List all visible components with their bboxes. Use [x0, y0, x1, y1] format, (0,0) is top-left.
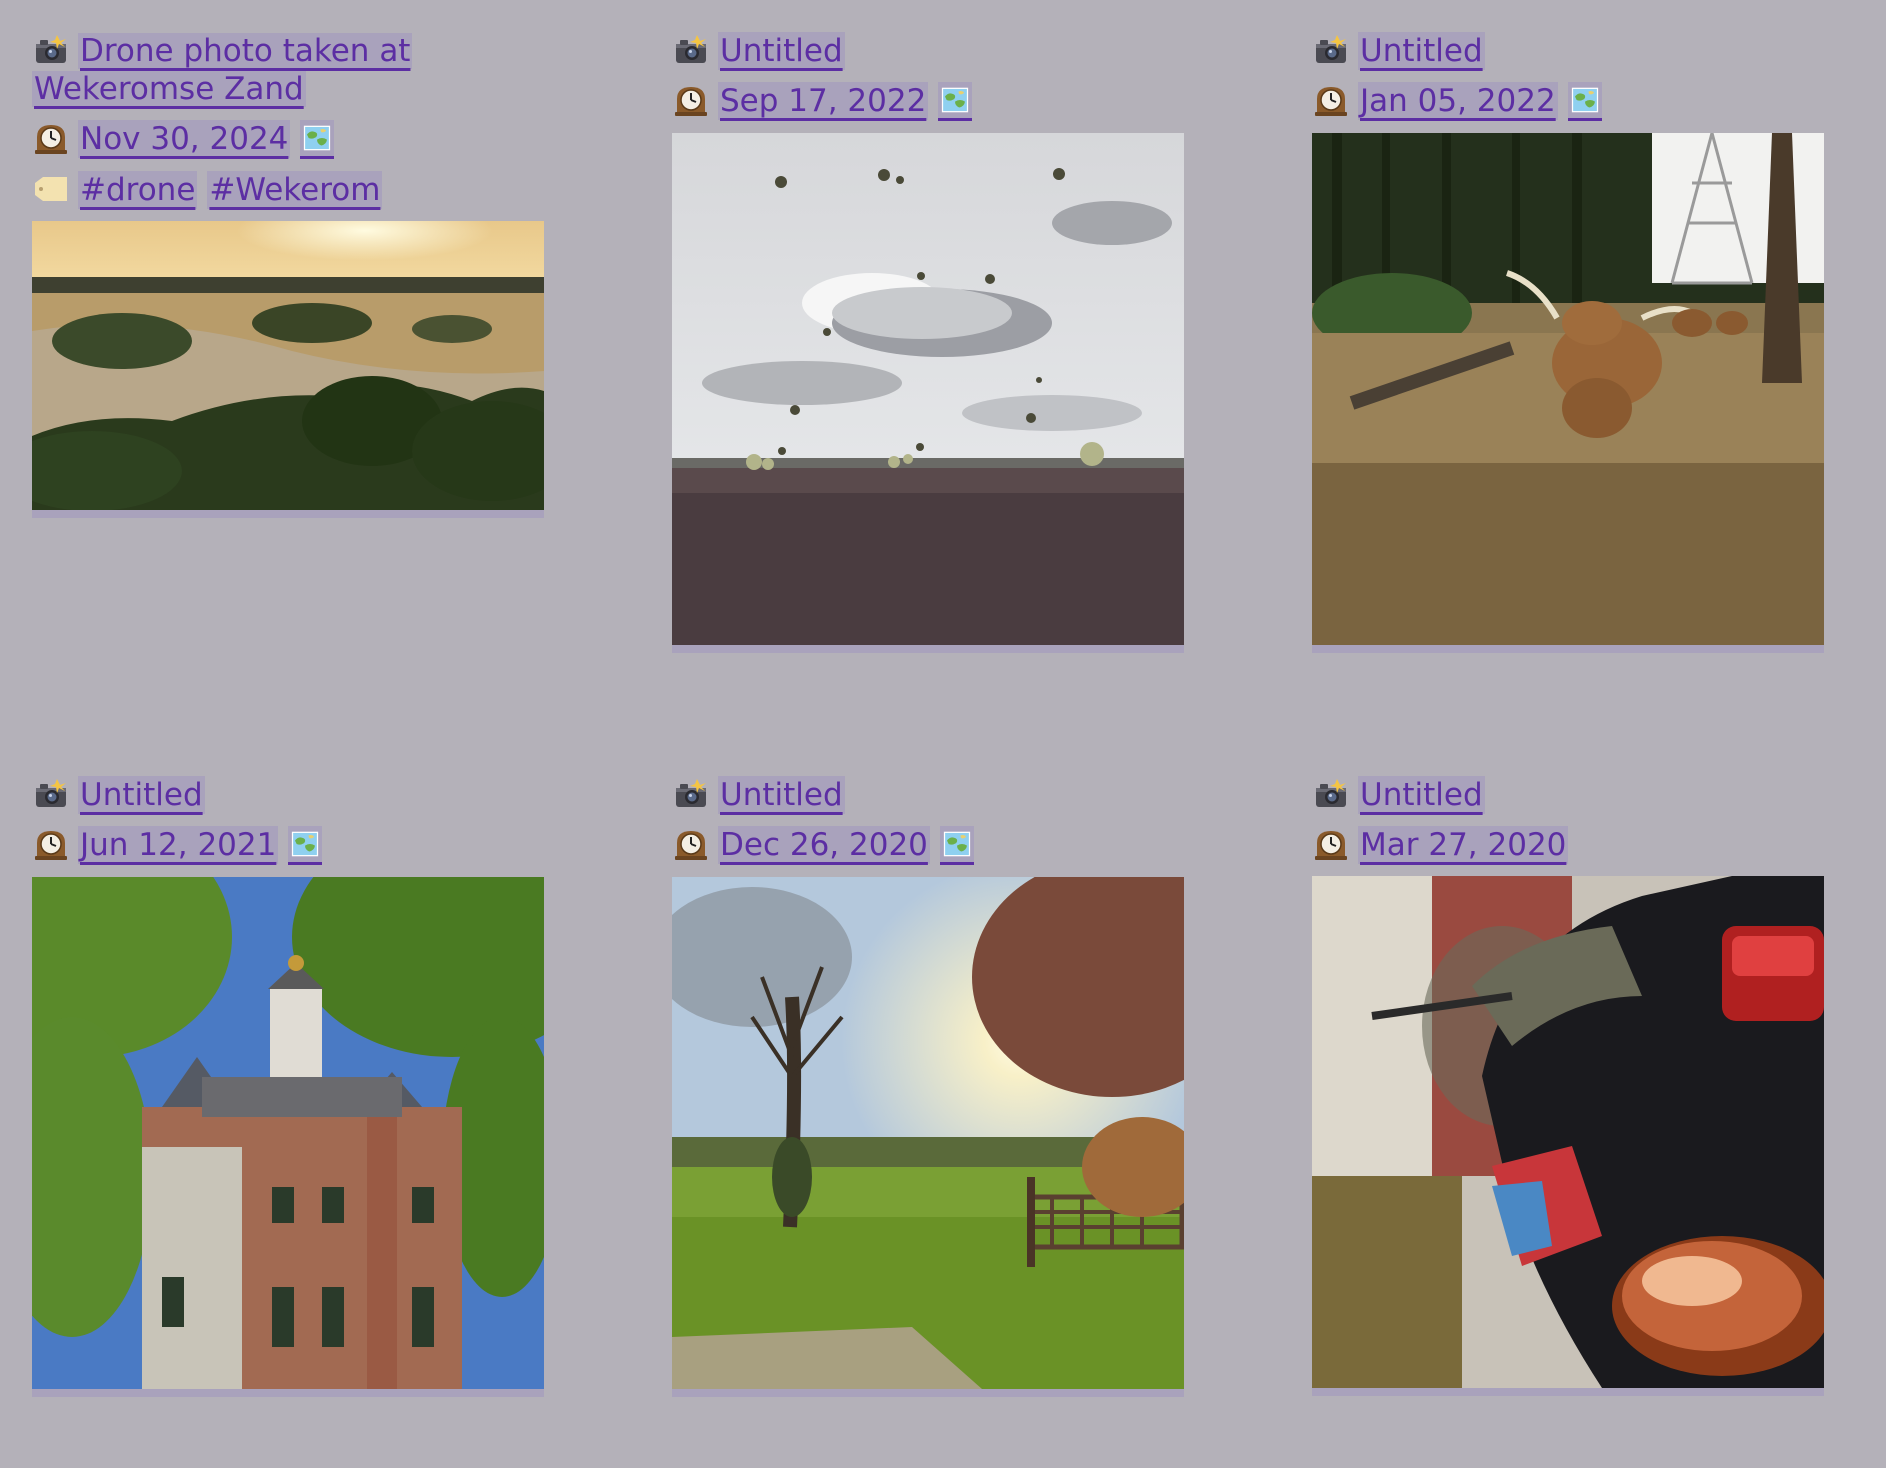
photo-date-row: Jun 12, 2021	[32, 826, 544, 865]
photo-date-link[interactable]: Dec 26, 2020	[718, 826, 930, 864]
photo-thumbnail[interactable]	[32, 877, 544, 1397]
photo-title-link-line2[interactable]: Wekeromse Zand	[32, 71, 306, 107]
tag-link[interactable]: #drone	[78, 171, 198, 209]
photo-title-row: Drone photo taken at Wekeromse Zand	[32, 32, 544, 108]
photo-title-row: Untitled	[1312, 776, 1824, 814]
world-map-icon[interactable]	[939, 826, 974, 865]
mantelpiece-clock-icon	[672, 82, 710, 120]
photo-title-link[interactable]: Untitled	[718, 32, 845, 70]
mantelpiece-clock-icon	[672, 826, 710, 864]
world-map-icon[interactable]	[300, 120, 335, 159]
photo-card: Untitled Jan 05, 2022	[1312, 32, 1824, 776]
photo-date-link[interactable]: Sep 17, 2022	[718, 82, 929, 120]
photo-title-row: Untitled	[672, 776, 1184, 814]
world-map-icon[interactable]	[288, 826, 323, 865]
photo-thumbnail[interactable]	[672, 877, 1184, 1397]
photo-card: Untitled Jun 12, 2021	[32, 776, 544, 1416]
photo-date-link[interactable]: Nov 30, 2024	[78, 120, 291, 158]
photo-date-row: Jan 05, 2022	[1312, 82, 1824, 121]
mantelpiece-clock-icon	[32, 826, 70, 864]
photo-card: Untitled Mar 27, 2020	[1312, 776, 1824, 1416]
photo-title-row: Untitled	[32, 776, 544, 814]
photo-grid: Drone photo taken at Wekeromse Zand Nov …	[32, 32, 1826, 1416]
photo-date-row: Sep 17, 2022	[672, 82, 1184, 121]
photo-date-row: Nov 30, 2024	[32, 120, 544, 159]
photo-title-row: Untitled	[1312, 32, 1824, 70]
photo-date-link[interactable]: Jun 12, 2021	[78, 826, 279, 864]
world-map-icon[interactable]	[1567, 82, 1602, 121]
camera-flash-icon	[32, 776, 70, 814]
photo-thumbnail[interactable]	[32, 221, 544, 518]
photo-date-row: Mar 27, 2020	[1312, 826, 1824, 864]
photo-thumbnail[interactable]	[1312, 133, 1824, 653]
mantelpiece-clock-icon	[1312, 82, 1350, 120]
photo-date-link[interactable]: Mar 27, 2020	[1358, 826, 1569, 864]
camera-flash-icon	[32, 32, 70, 70]
photo-date-link[interactable]: Jan 05, 2022	[1358, 82, 1558, 120]
mantelpiece-clock-icon	[32, 120, 70, 158]
photo-card: Drone photo taken at Wekeromse Zand Nov …	[32, 32, 544, 776]
camera-flash-icon	[1312, 776, 1350, 814]
camera-flash-icon	[1312, 32, 1350, 70]
photo-card: Untitled Dec 26, 2020	[672, 776, 1184, 1416]
photo-thumbnail[interactable]	[1312, 876, 1824, 1396]
photo-title-link[interactable]: Untitled	[1358, 32, 1485, 70]
photo-title-row: Untitled	[672, 32, 1184, 70]
photo-title-link[interactable]: Untitled	[1358, 776, 1485, 814]
photo-title-link[interactable]: Drone photo taken at	[78, 33, 413, 69]
world-map-icon[interactable]	[938, 82, 973, 121]
camera-flash-icon	[672, 32, 710, 70]
photo-tags-row: #drone #Wekerom	[32, 171, 544, 209]
tag-link[interactable]: #Wekerom	[207, 171, 383, 209]
photo-title-link[interactable]: Untitled	[718, 776, 845, 814]
photo-thumbnail[interactable]	[672, 133, 1184, 653]
photo-title-link[interactable]: Untitled	[78, 776, 205, 814]
camera-flash-icon	[672, 776, 710, 814]
photo-date-row: Dec 26, 2020	[672, 826, 1184, 865]
mantelpiece-clock-icon	[1312, 826, 1350, 864]
photo-card: Untitled Sep 17, 2022	[672, 32, 1184, 776]
label-tag-icon	[32, 171, 70, 209]
